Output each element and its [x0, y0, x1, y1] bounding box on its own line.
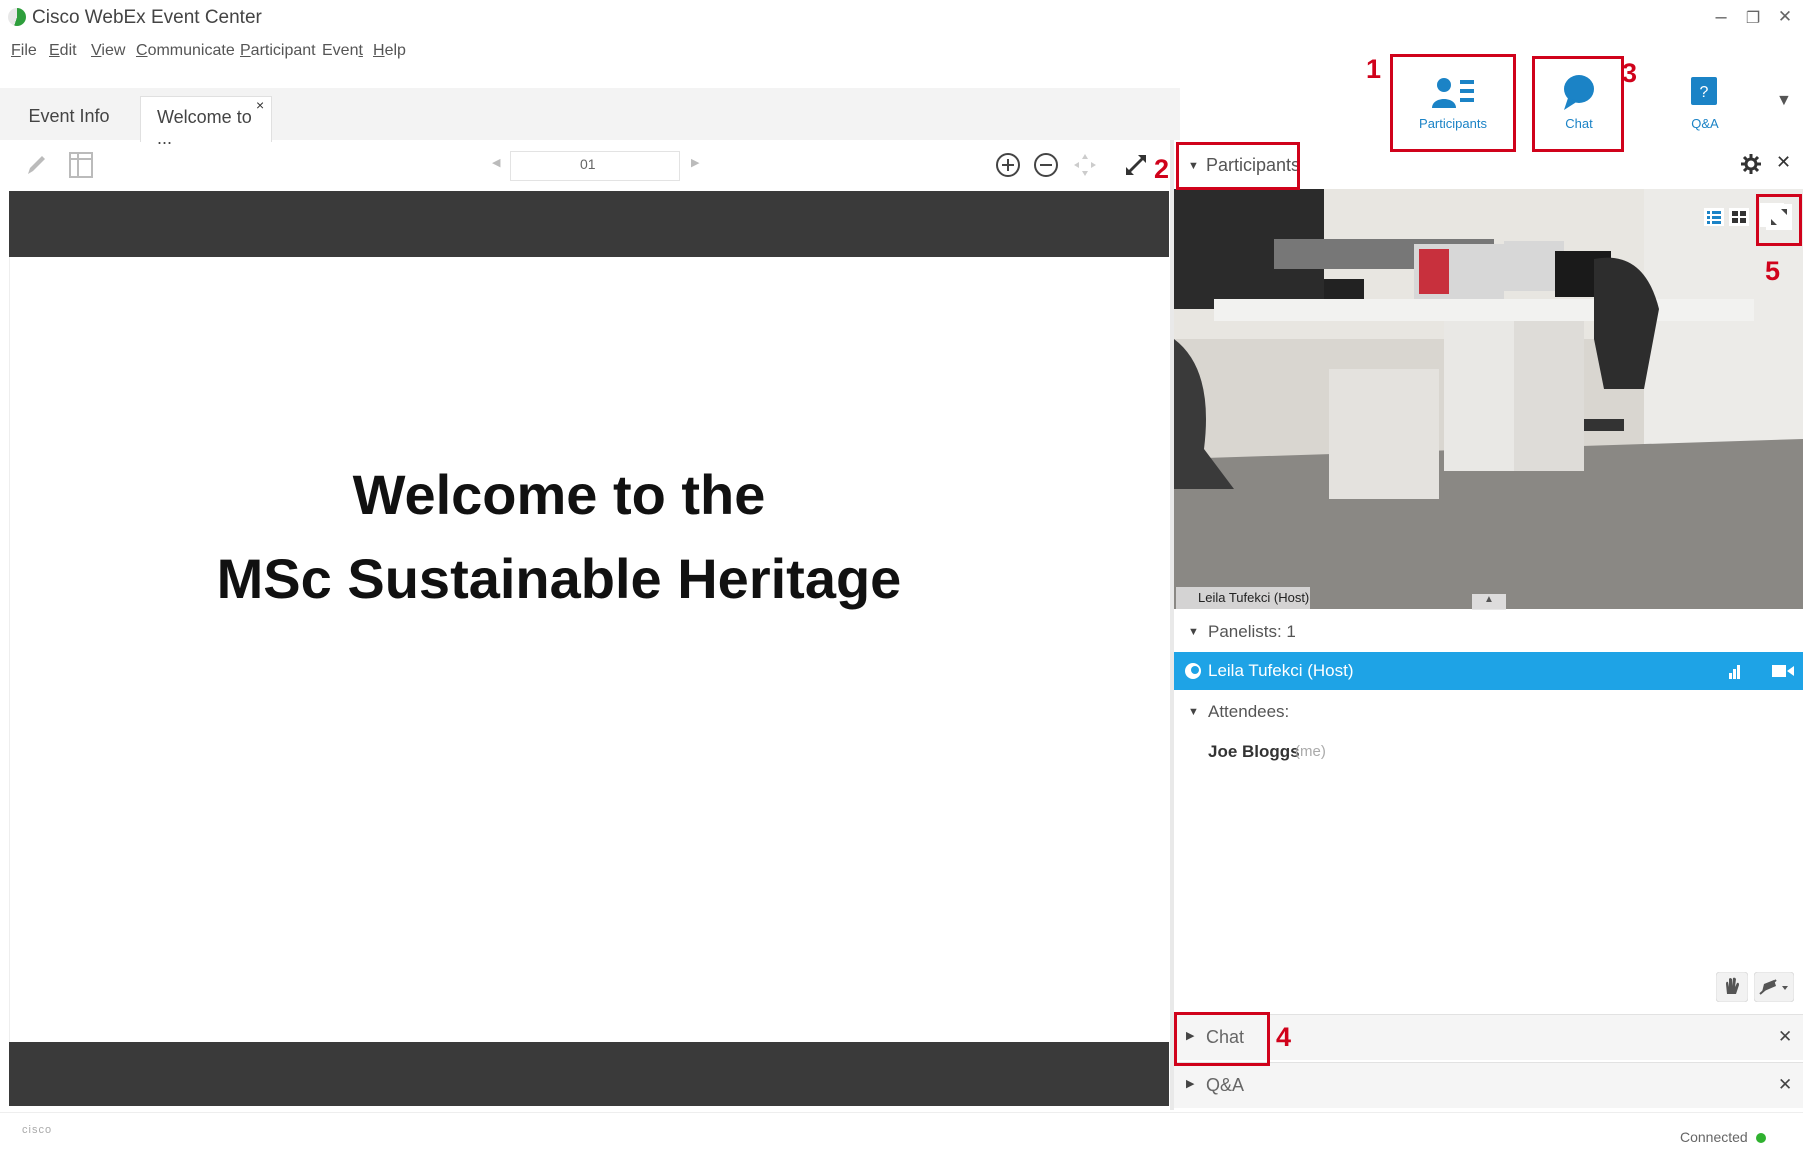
host-row[interactable]: Leila Tufekci (Host): [1174, 652, 1803, 690]
feedback-dropdown-icon[interactable]: [1754, 972, 1794, 1002]
title-bar: [0, 0, 1803, 36]
annotation-number-4: 4: [1276, 1022, 1292, 1052]
menu-edit[interactable]: Edit: [49, 42, 77, 60]
expand-arrow-icon: ▼: [1188, 706, 1199, 718]
panelists-group[interactable]: ▼ Panelists: 1: [1174, 614, 1803, 652]
menu-help[interactable]: Help: [373, 42, 406, 60]
more-dropdown-icon[interactable]: ▼: [1776, 92, 1792, 110]
connection-status: Connected: [1680, 1129, 1748, 1145]
qa-section-title: Q&A: [1206, 1075, 1245, 1095]
close-panel-icon[interactable]: ✕: [1776, 152, 1791, 173]
slide-bottom-band: [9, 1042, 1169, 1106]
annotation-number-1: 1: [1366, 54, 1382, 84]
cisco-logo: cisco: [22, 1124, 53, 1136]
webex-app-icon: [8, 8, 26, 26]
qa-section-bar[interactable]: ▶ Q&A ✕: [1174, 1062, 1803, 1108]
menu-participant[interactable]: Participant: [240, 42, 316, 60]
fullscreen-icon[interactable]: [1122, 151, 1150, 179]
zoom-out-icon[interactable]: [1032, 151, 1060, 179]
host-name: Leila Tufekci (Host): [1208, 661, 1354, 680]
page-number: 01: [580, 156, 596, 172]
window-title: Cisco WebEx Event Center: [32, 7, 262, 28]
attendee-me-tag: (me): [1295, 743, 1326, 760]
audio-level-icon: [1729, 665, 1740, 679]
list-view-icon[interactable]: [1704, 208, 1724, 226]
pen-icon[interactable]: [24, 152, 48, 178]
host-status-icon: [1185, 663, 1201, 679]
tab-close-icon[interactable]: ×: [256, 97, 264, 113]
annotation-number-2: 2: [1154, 154, 1170, 184]
menu-file[interactable]: File: [11, 42, 37, 60]
video-camera-icon: [1772, 665, 1794, 677]
presentation-slide: [9, 257, 1169, 1042]
expand-arrow-icon: ▼: [1188, 626, 1199, 638]
annotation-number-3: 3: [1622, 58, 1638, 88]
annotation-box-chat-section: [1174, 1012, 1270, 1066]
close-qa-icon[interactable]: ✕: [1778, 1075, 1792, 1095]
menu-communicate[interactable]: Communicate: [136, 42, 235, 60]
pan-icon[interactable]: [1072, 152, 1098, 178]
participant-actions-bar: [1174, 965, 1803, 1015]
qa-icon: ?: [1691, 77, 1717, 105]
annotation-box-participants: [1390, 54, 1516, 152]
restore-button[interactable]: ❐: [1740, 8, 1766, 28]
menu-view[interactable]: View: [91, 42, 125, 60]
menu-event[interactable]: Event: [322, 42, 363, 60]
close-chat-icon[interactable]: ✕: [1778, 1027, 1792, 1047]
prev-page-icon[interactable]: ◀: [492, 156, 500, 169]
zoom-in-icon[interactable]: [994, 151, 1022, 179]
qa-toolbar-button[interactable]: ? Q&A: [1650, 60, 1760, 140]
settings-gear-icon[interactable]: [1740, 153, 1762, 175]
tab-welcome[interactable]: Welcome to ...: [140, 96, 272, 148]
svg-text:?: ?: [1700, 84, 1709, 101]
slide-top-band: [9, 191, 1169, 257]
video-participant-name: Leila Tufekci (Host): [1176, 587, 1310, 609]
attendee-name: Joe Bloggs: [1208, 742, 1300, 761]
slide-heading-line-2: MSc Sustainable Heritage: [216, 547, 902, 610]
panelists-label: Panelists: 1: [1208, 622, 1296, 641]
panel-layout-icon[interactable]: [68, 151, 94, 179]
annotation-box-chat: [1532, 56, 1624, 152]
attendee-row[interactable]: Joe Bloggs (me): [1174, 734, 1803, 772]
tab-event-info[interactable]: Event Info: [14, 100, 124, 136]
next-page-icon[interactable]: ▶: [691, 156, 699, 169]
video-collapse-icon[interactable]: ▲: [1472, 594, 1506, 610]
annotation-number-5: 5: [1765, 256, 1781, 286]
status-bar: [0, 1112, 1803, 1150]
qa-button-label: Q&A: [1691, 116, 1719, 131]
grid-view-icon[interactable]: [1729, 208, 1749, 226]
annotation-box-expand: [1756, 194, 1802, 246]
attendees-label: Attendees:: [1208, 702, 1290, 721]
minimize-button[interactable]: –: [1708, 6, 1734, 29]
expand-qa-icon: ▶: [1186, 1078, 1195, 1090]
close-window-button[interactable]: ✕: [1772, 7, 1798, 27]
annotation-box-participants-panel: [1176, 142, 1300, 190]
raise-hand-icon[interactable]: [1716, 972, 1748, 1002]
connection-status-dot: [1756, 1133, 1766, 1143]
slide-heading-line-1: Welcome to the: [352, 463, 766, 526]
video-feed: [1174, 189, 1803, 609]
attendees-group[interactable]: ▼ Attendees:: [1174, 694, 1803, 732]
